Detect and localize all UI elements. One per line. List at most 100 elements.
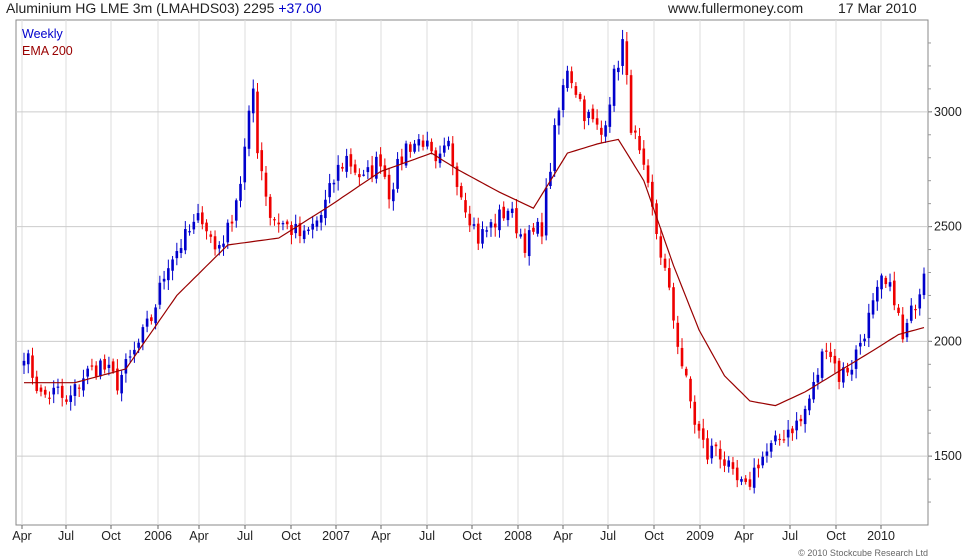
candle-body [39,387,43,392]
candle-body [523,233,527,253]
candle-body [158,282,162,305]
candle-body [625,41,629,76]
candle-body [880,275,883,290]
candle-body [536,221,539,234]
candle-body [693,401,697,425]
candle-body [171,259,174,271]
candle-body [52,387,56,395]
x-tick-label: Jul [600,529,616,543]
x-tick-label: 2010 [867,529,895,543]
candle-body [128,356,132,358]
x-tick-label: Apr [553,529,572,543]
candle-body [332,182,336,185]
candle-body [510,208,514,213]
candle-body [86,368,89,377]
candle-body [201,212,204,225]
candle-body [566,70,569,89]
candle-body [226,222,230,243]
candle-body [188,231,191,233]
candle-body [854,349,858,369]
candle-body [884,277,888,285]
candle-body [485,230,489,232]
y-tick-label: 3000 [934,105,962,119]
candle-body [48,397,51,399]
candle-body [213,236,217,250]
candle-body [77,387,81,389]
candle-body [812,381,815,400]
candle-body [706,438,709,460]
candle-body [863,338,866,342]
candle-body [396,158,399,189]
candle-body [735,467,739,481]
x-tick-label: Apr [371,529,390,543]
candle-body [493,223,497,228]
candle-body [774,435,777,442]
candle-body [634,130,637,133]
candle-body [684,368,688,376]
candle-body [799,418,803,422]
candle-body [914,309,917,311]
candle-body [846,367,849,373]
candle-body [209,234,213,237]
candle-body [73,384,77,396]
candle-body [871,300,875,315]
candle-body [519,234,522,237]
candle-body [421,140,425,147]
x-tick-label: 2007 [322,529,350,543]
candle-body [31,355,34,378]
candle-body [162,278,166,282]
candle-body [362,174,365,176]
candle-body [909,305,913,321]
candle-body [65,399,68,402]
x-tick-label: 2009 [686,529,714,543]
candle-body [710,445,714,459]
candle-body [689,378,692,402]
candle-body [697,423,701,431]
candle-body [383,165,387,177]
candle-body [217,245,221,249]
candle-body [260,150,264,172]
candle-body [553,125,556,171]
candle-body [583,99,586,122]
y-tick-label: 2500 [934,220,962,234]
candle-body [264,172,268,197]
candle-body [850,369,854,375]
candle-body [752,467,756,488]
candle-body [43,389,47,395]
candle-body [727,460,731,467]
candle-body [778,438,781,441]
x-tick-label: Oct [826,529,846,543]
candle-body [612,68,616,106]
x-tick-label: Oct [281,529,301,543]
candle-body [701,428,705,440]
candle-body [680,347,684,367]
candle-body [311,223,314,230]
candle-body [137,342,140,348]
candle-body [803,408,807,425]
candle-body [107,364,111,368]
candle-body [905,322,909,338]
candle-body [22,360,26,366]
candle-body [167,268,170,281]
candle-body [222,243,225,247]
candle-body [667,268,671,288]
x-tick-label: Apr [12,529,31,543]
candle-body [591,108,595,120]
candle-body [578,93,582,100]
candle-body [247,110,251,149]
candle-body [621,39,624,66]
x-tick-label: Jul [419,529,435,543]
candle-body [888,282,892,287]
candle-body [459,186,463,198]
candle-body [918,294,922,309]
candle-body [409,144,412,152]
candle-body [328,183,331,198]
candle-body [791,428,794,434]
candle-body [35,376,39,391]
candle-body [608,104,612,127]
candle-body [184,229,187,251]
candle-body [430,141,433,152]
candle-body [230,221,234,224]
candle-body [892,280,896,306]
candlestick-chart: Apr Jul Oct 2006 Apr Jul Oct 2007 Apr Jul Oct 2008 A… [12,19,962,543]
